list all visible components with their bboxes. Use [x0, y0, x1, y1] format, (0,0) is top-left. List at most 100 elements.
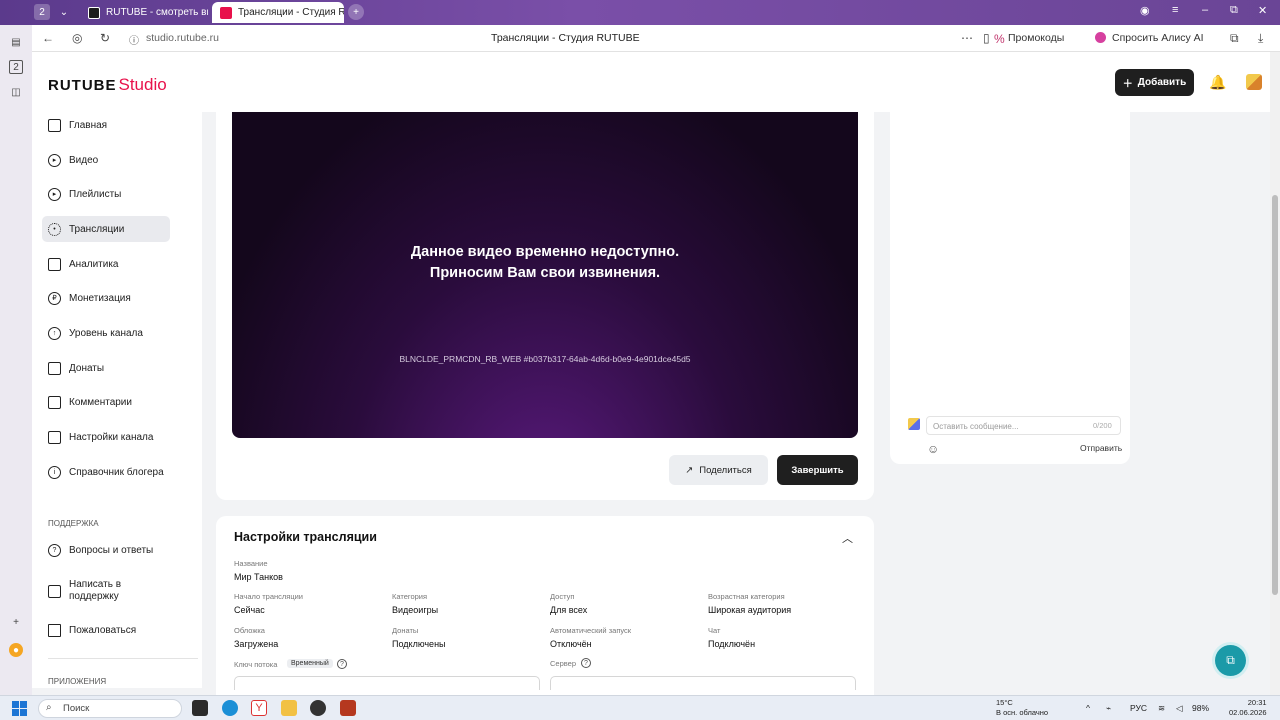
chat-message-input[interactable]: Оставить сообщение... — [926, 416, 1121, 435]
emoji-icon[interactable]: ☺ — [927, 442, 939, 456]
file-explorer-icon[interactable] — [281, 700, 297, 716]
close-window-icon[interactable]: ✕ — [1258, 4, 1267, 17]
side-collections-icon[interactable]: ◫ — [9, 85, 23, 99]
sidebar-item-broadcasts[interactable]: • Трансляции — [42, 216, 170, 242]
volume-icon[interactable]: ◁ — [1176, 703, 1183, 714]
avatar[interactable] — [1246, 74, 1262, 90]
side-tab-2-icon[interactable]: 2 — [9, 60, 23, 74]
donate-icon — [48, 361, 61, 375]
new-tab-button[interactable]: + — [348, 4, 364, 20]
sidebar-item-monetization[interactable]: ₽ Монетизация — [42, 285, 170, 311]
tabs-dropdown-icon[interactable]: ⌄ — [56, 4, 72, 20]
language-indicator[interactable]: РУС — [1130, 703, 1147, 713]
notifications-bell-icon[interactable]: 🔔 — [1209, 74, 1226, 91]
weather-temp: 15°C — [996, 698, 1013, 707]
finish-stream-button[interactable]: Завершить — [777, 455, 858, 485]
help-icon[interactable]: ? — [337, 659, 347, 669]
field-label: Доступ — [550, 592, 575, 601]
mail-icon — [48, 584, 61, 598]
weather-desc: В осн. облачно — [996, 708, 1049, 717]
stream-key-field[interactable] — [234, 676, 540, 690]
weather-widget[interactable]: 15°C В осн. облачно — [996, 698, 1048, 718]
broadcast-icon: • — [48, 222, 61, 236]
field-value: Загружена — [234, 639, 279, 649]
tab-label: RUTUBE - смотреть видео — [106, 7, 208, 18]
bookmark-icon[interactable]: ▯ — [983, 31, 990, 45]
windows-taskbar: ⌕ Поиск Y 15°C В осн. облачно ^ ⌁ РУС ≋ … — [0, 695, 1280, 720]
share-button[interactable]: ↗ Поделиться — [669, 455, 768, 485]
tab-rutube[interactable]: RUTUBE - смотреть видео — [80, 2, 208, 23]
sidebar-item-contact-support[interactable]: Написать в поддержку — [42, 576, 142, 606]
network-icon[interactable]: ⌁ — [1106, 703, 1111, 714]
back-icon[interactable]: ← — [42, 31, 54, 45]
side-bookmark-icon[interactable]: ▤ — [9, 35, 23, 49]
rutube-studio-logo[interactable]: RUTUBE Studio — [48, 75, 167, 95]
game-app-icon[interactable] — [340, 700, 356, 716]
sidebar-item-label: Вопросы и ответы — [69, 544, 154, 556]
field-value: Широкая аудитория — [708, 605, 792, 615]
field-value: Сейчас — [234, 605, 265, 615]
edge-icon[interactable] — [222, 700, 238, 716]
obs-icon[interactable] — [310, 700, 326, 716]
sidebar-item-channel-settings[interactable]: Настройки канала — [42, 424, 170, 450]
sidebar-item-faq[interactable]: ? Вопросы и ответы — [42, 537, 170, 563]
taskbar-clock[interactable]: 20:31 02.06.2026 — [1229, 698, 1267, 718]
tab-studio[interactable]: Трансляции - Студия R ✕ — [212, 2, 344, 23]
url-field[interactable]: studio.rutube.ru — [146, 32, 219, 44]
tray-chevron-icon[interactable]: ^ — [1086, 703, 1090, 713]
sidebar-item-donations[interactable]: Донаты — [42, 355, 170, 381]
clock-date: 02.06.2026 — [1229, 708, 1267, 717]
yandex-browser-icon[interactable]: Y — [251, 700, 267, 716]
field-value: Подключены — [392, 639, 446, 649]
chevron-up-icon[interactable]: ︿ — [842, 530, 853, 546]
help-icon[interactable]: ? — [581, 658, 591, 668]
server-field[interactable] — [550, 676, 856, 690]
sidebar-item-blogger-guide[interactable]: i Справочник блогера — [42, 459, 170, 485]
side-app-icon[interactable]: ● — [9, 643, 23, 657]
extension-icon[interactable]: ◉ — [1140, 4, 1150, 17]
hamburger-menu-icon[interactable]: ≡ — [1172, 4, 1178, 16]
add-button[interactable]: ＋ Добавить — [1115, 69, 1194, 96]
support-chat-icon[interactable]: ⧉ — [1215, 645, 1246, 676]
sidebar-item-playlists[interactable]: ▸ Плейлисты — [42, 181, 170, 207]
clock-time: 20:31 — [1247, 698, 1267, 707]
sidebar-item-home[interactable]: Главная — [42, 112, 170, 138]
sidebar-item-channel-level[interactable]: ↑ Уровень канала — [42, 320, 170, 346]
field-value: Видеоигры — [392, 605, 439, 615]
sidebar-item-video[interactable]: ▸ Видео — [42, 147, 170, 173]
sidebar-item-label: Справочник блогера — [69, 466, 164, 478]
alice-button[interactable]: Спросить Алису AI — [1112, 32, 1204, 44]
maximize-icon[interactable]: ⧉ — [1230, 4, 1238, 17]
video-player[interactable]: Данное видео временно недоступно. Принос… — [232, 112, 858, 438]
taskbar-search[interactable]: ⌕ Поиск — [38, 699, 182, 718]
battery-indicator[interactable]: 98% — [1192, 703, 1209, 713]
reload-icon[interactable]: ↻ — [100, 31, 110, 45]
protect-icon[interactable]: ◎ — [72, 31, 82, 45]
sidebar-item-report[interactable]: Пожаловаться — [42, 617, 170, 643]
send-button[interactable]: Отправить — [1080, 443, 1122, 453]
browser-menu-button[interactable]: 2 — [34, 4, 50, 20]
field-label-name: Название — [234, 559, 268, 568]
more-icon[interactable]: ⋯ — [961, 31, 973, 45]
apps-section-label: ПРИЛОЖЕНИЯ — [48, 677, 107, 686]
scrollbar-thumb[interactable] — [1272, 195, 1278, 595]
page-title: Трансляции - Студия RUTUBE — [491, 32, 640, 44]
sidebar-item-label: Пожаловаться — [69, 624, 137, 636]
sidebar-item-comments[interactable]: Комментарии — [42, 389, 170, 415]
field-label: Возрастная категория — [708, 592, 785, 601]
task-view-icon[interactable] — [192, 700, 208, 716]
settings-title: Настройки трансляции — [234, 530, 377, 544]
downloads-icon[interactable]: ⧉ — [1230, 31, 1239, 46]
sidebar-item-label: Донаты — [69, 362, 105, 374]
download-arrow-icon[interactable]: ⤓ — [1258, 31, 1263, 46]
minimize-icon[interactable]: – — [1202, 4, 1208, 16]
side-add-icon[interactable]: + — [9, 615, 23, 629]
field-label: Категория — [392, 592, 428, 601]
wifi-icon[interactable]: ≋ — [1158, 703, 1165, 714]
promo-button[interactable]: Промокоды — [1008, 32, 1064, 44]
windows-start-icon[interactable] — [12, 701, 27, 716]
site-info-icon[interactable]: ⓘ — [129, 32, 139, 47]
error-line-2: Приносим Вам свои извинения. — [429, 265, 661, 281]
sidebar-item-analytics[interactable]: Аналитика — [42, 251, 170, 277]
chat-panel — [890, 112, 1130, 464]
